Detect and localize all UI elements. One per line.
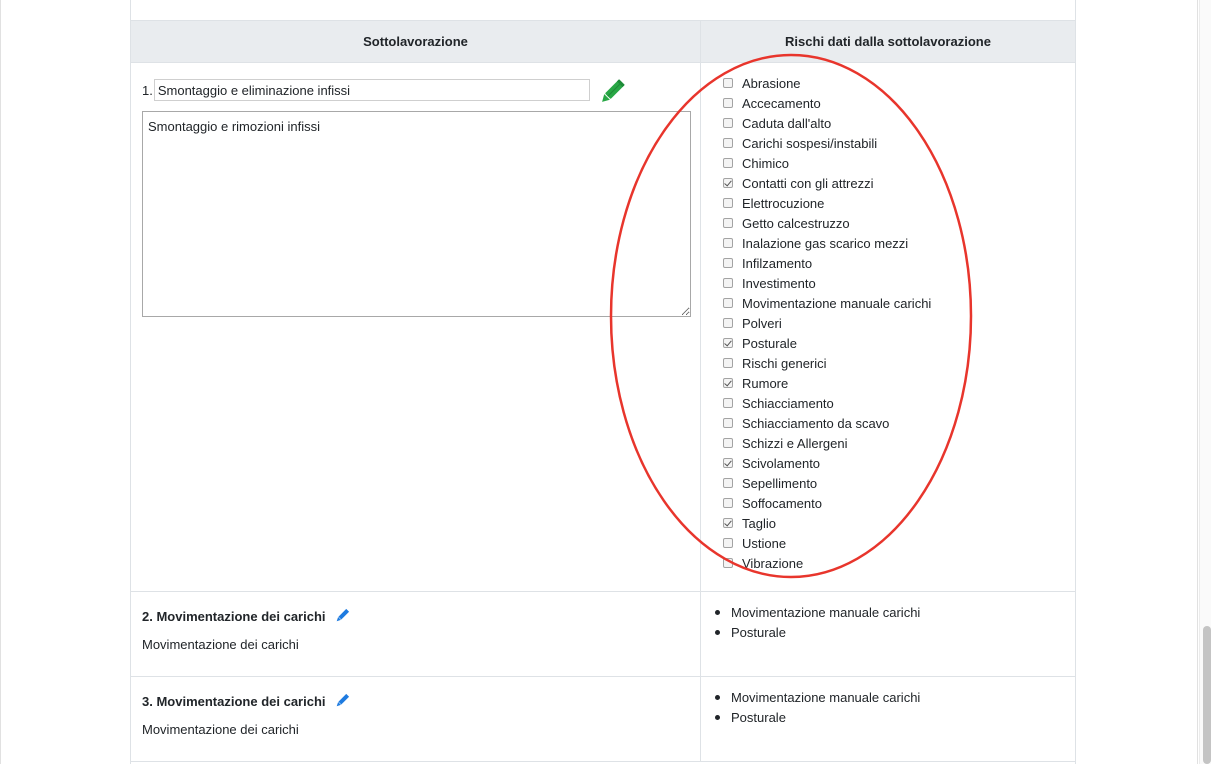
sub2-risks-cell: Movimentazione manuale carichi Posturale	[700, 591, 1076, 677]
table-row: 2. Movimentazione dei carichi Movimentaz…	[130, 591, 1076, 677]
sub1-name-row: 1.	[142, 79, 590, 101]
table-row: 3. Movimentazione dei carichi Movimentaz…	[130, 676, 1076, 762]
pencil-icon[interactable]	[334, 693, 350, 709]
list-item: Posturale	[715, 707, 920, 727]
list-item: Movimentazione manuale carichi	[715, 687, 920, 707]
sub3-description: Movimentazione dei carichi	[142, 722, 299, 737]
sub3-title-row: 3. Movimentazione dei carichi	[142, 693, 350, 709]
sub3-cell: 3. Movimentazione dei carichi Movimentaz…	[130, 676, 701, 762]
sub2-description: Movimentazione dei carichi	[142, 637, 299, 652]
scrollbar-thumb[interactable]	[1203, 626, 1211, 764]
list-item: Posturale	[715, 622, 920, 642]
sub2-title: 2. Movimentazione dei carichi	[142, 608, 326, 624]
sub1-name-input[interactable]	[153, 79, 590, 101]
sub2-cell: 2. Movimentazione dei carichi Movimentaz…	[130, 591, 701, 677]
sub3-title: 3. Movimentazione dei carichi	[142, 693, 326, 709]
sub3-risks-cell: Movimentazione manuale carichi Posturale	[700, 676, 1076, 762]
sub3-risk-list: Movimentazione manuale carichi Posturale	[715, 687, 920, 727]
sub2-risk-list: Movimentazione manuale carichi Posturale	[715, 602, 920, 642]
annotation-ellipse	[609, 53, 973, 579]
sub1-number: 1.	[142, 82, 153, 98]
sub2-title-row: 2. Movimentazione dei carichi	[142, 608, 350, 624]
list-item: Movimentazione manuale carichi	[715, 602, 920, 622]
pencil-icon[interactable]	[334, 608, 350, 624]
